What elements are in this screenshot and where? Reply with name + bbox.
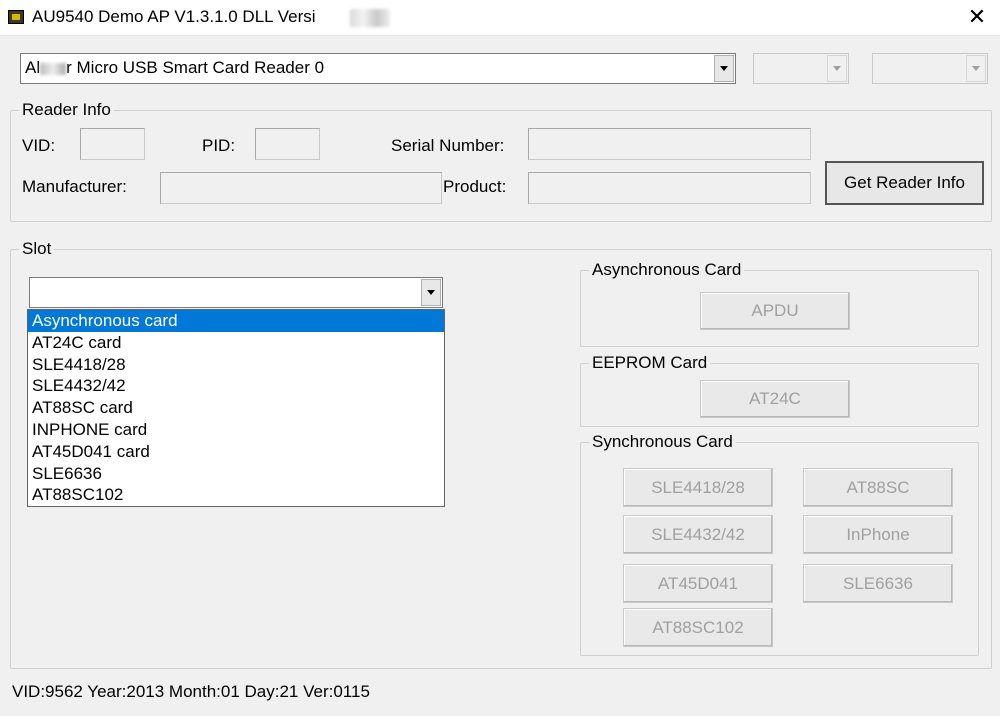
card-type-dropdown-list: Asynchronous card AT24C card SLE4418/28 … xyxy=(27,309,445,507)
vid-label: VID: xyxy=(22,136,56,155)
reader-info-title: Reader Info xyxy=(19,100,114,120)
list-item[interactable]: SLE4418/28 xyxy=(28,354,444,376)
vid-field xyxy=(80,128,145,160)
redacted-version xyxy=(350,9,390,27)
list-item[interactable]: SLE6636 xyxy=(28,463,444,485)
slot-title: Slot xyxy=(19,239,55,259)
at88sc102-button[interactable]: AT88SC102 xyxy=(623,608,773,647)
serial-number-label: Serial Number: xyxy=(391,136,505,155)
protocol-select[interactable] xyxy=(872,53,988,84)
apdu-button[interactable]: APDU xyxy=(700,292,850,330)
sle4432-button[interactable]: SLE4432/42 xyxy=(623,515,773,554)
reader-select-value-prefix: Al xyxy=(25,58,41,77)
app-icon xyxy=(8,10,24,24)
manufacturer-field xyxy=(160,172,442,204)
get-reader-info-button[interactable]: Get Reader Info xyxy=(825,161,984,205)
serial-number-field xyxy=(528,128,811,160)
inphone-button[interactable]: InPhone xyxy=(803,515,953,554)
list-item[interactable]: AT24C card xyxy=(28,332,444,354)
sync-card-title: Synchronous Card xyxy=(589,432,736,452)
pid-label: PID: xyxy=(202,136,236,155)
at45d041-button[interactable]: AT45D041 xyxy=(623,564,773,603)
close-button[interactable]: ✕ xyxy=(954,0,1000,36)
reader-select[interactable]: Al r Micro USB Smart Card Reader 0 xyxy=(20,53,736,84)
slot-number-select[interactable] xyxy=(753,53,849,84)
list-item[interactable]: SLE4432/42 xyxy=(28,375,444,397)
chevron-down-icon[interactable] xyxy=(966,55,986,82)
list-item[interactable]: Asynchronous card xyxy=(28,310,444,332)
list-item[interactable]: AT88SC card xyxy=(28,397,444,419)
eeprom-card-title: EEPROM Card xyxy=(589,353,711,373)
chevron-down-icon[interactable] xyxy=(714,55,734,82)
pid-field xyxy=(255,128,320,160)
window-title: AU9540 Demo AP V1.3.1.0 DLL Versi xyxy=(32,7,316,26)
sle6636-button[interactable]: SLE6636 xyxy=(803,564,953,603)
sle4418-button[interactable]: SLE4418/28 xyxy=(623,468,773,507)
list-item[interactable]: INPHONE card xyxy=(28,419,444,441)
list-item[interactable]: AT88SC102 xyxy=(28,484,444,506)
chevron-down-icon[interactable] xyxy=(827,55,847,82)
status-text: VID:9562 Year:2013 Month:01 Day:21 Ver:0… xyxy=(12,682,370,701)
at24c-button[interactable]: AT24C xyxy=(700,380,850,418)
redacted-text xyxy=(40,62,67,75)
card-type-select[interactable] xyxy=(29,277,443,308)
at88sc-button[interactable]: AT88SC xyxy=(803,468,953,507)
reader-select-value: Al r Micro USB Smart Card Reader 0 xyxy=(25,58,324,78)
reader-select-value-suffix: r Micro USB Smart Card Reader 0 xyxy=(66,58,325,77)
async-card-title: Asynchronous Card xyxy=(589,260,745,280)
manufacturer-label: Manufacturer: xyxy=(22,177,127,196)
list-item[interactable]: AT45D041 card xyxy=(28,441,444,463)
chevron-down-icon[interactable] xyxy=(421,279,441,306)
product-field xyxy=(528,172,811,204)
product-label: Product: xyxy=(443,177,507,196)
title-bar: AU9540 Demo AP V1.3.1.0 DLL Versi ✕ xyxy=(0,0,1000,36)
